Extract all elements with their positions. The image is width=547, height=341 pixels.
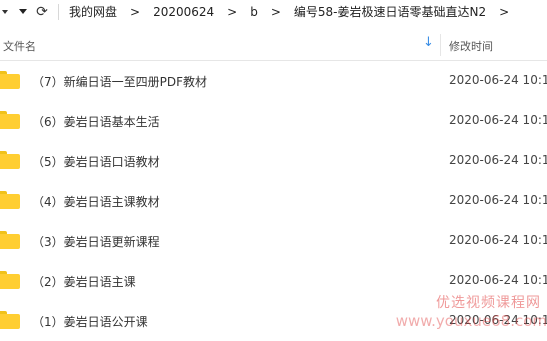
folder-row[interactable]: （3）姜岩日语更新课程 2020-06-24 10:13: [0, 221, 547, 261]
folder-row[interactable]: （6）姜岩日语基本生活 2020-06-24 10:13: [0, 101, 547, 141]
modified-time: 2020-06-24 10:13: [449, 233, 547, 247]
back-dropdown-icon[interactable]: [0, 0, 14, 23]
breadcrumb-arrow: >: [130, 4, 141, 19]
folder-icon: [0, 231, 20, 249]
breadcrumb-item-date-folder[interactable]: 20200624: [153, 5, 214, 19]
folder-row[interactable]: （2）姜岩日语主课 2020-06-24 10:13: [0, 261, 547, 301]
column-header-modified[interactable]: 修改时间: [449, 38, 493, 54]
modified-time: 2020-06-24 10:13: [449, 273, 547, 287]
folder-icon: [0, 271, 20, 289]
folder-row[interactable]: （4）姜岩日语主课教材 2020-06-24 10:13: [0, 181, 547, 221]
folder-icon: [0, 191, 20, 209]
folder-name[interactable]: （2）姜岩日语主课: [32, 273, 136, 290]
sort-descending-icon[interactable]: ↓: [423, 35, 434, 50]
folder-row[interactable]: （1）姜岩日语公开课 2020-06-24 10:13: [0, 301, 547, 341]
toolbar: ⟳ 我的网盘 > 20200624 > b > 编号58-姜岩极速日语零基础直达…: [0, 0, 547, 23]
modified-time: 2020-06-24 10:13: [449, 153, 547, 167]
folder-icon: [0, 151, 20, 169]
column-header-name[interactable]: 文件名: [3, 38, 36, 54]
modified-time: 2020-06-24 10:13: [449, 193, 547, 207]
file-list-header: 文件名 ↓ 修改时间: [0, 30, 547, 61]
breadcrumb-item-b[interactable]: b: [250, 5, 258, 19]
folder-row[interactable]: （7）新编日语一至四册PDF教材 2020-06-24 10:13: [0, 61, 547, 101]
file-list: （7）新编日语一至四册PDF教材 2020-06-24 10:13 （6）姜岩日…: [0, 61, 547, 341]
folder-name[interactable]: （3）姜岩日语更新课程: [32, 233, 160, 250]
breadcrumb-arrow: >: [499, 4, 510, 19]
folder-name[interactable]: （1）姜岩日语公开课: [32, 313, 148, 330]
folder-name[interactable]: （6）姜岩日语基本生活: [32, 113, 160, 130]
folder-icon: [0, 71, 20, 89]
folder-name[interactable]: （4）姜岩日语主课教材: [32, 193, 160, 210]
refresh-icon[interactable]: ⟳: [32, 0, 52, 23]
folder-icon: [0, 311, 20, 329]
folder-name[interactable]: （5）姜岩日语口语教材: [32, 153, 160, 170]
folder-name[interactable]: （7）新编日语一至四册PDF教材: [32, 73, 207, 90]
toolbar-divider: [58, 3, 59, 20]
breadcrumb-item-current[interactable]: 编号58-姜岩极速日语零基础直达N2: [294, 3, 486, 20]
modified-time: 2020-06-24 10:13: [449, 313, 547, 327]
folder-icon: [0, 111, 20, 129]
breadcrumb-arrow: >: [270, 4, 281, 19]
modified-time: 2020-06-24 10:13: [449, 113, 547, 127]
folder-row[interactable]: （5）姜岩日语口语教材 2020-06-24 10:13: [0, 141, 547, 181]
history-dropdown-icon[interactable]: [14, 0, 32, 23]
modified-time: 2020-06-24 10:13: [449, 73, 547, 87]
breadcrumb-item-home[interactable]: 我的网盘: [69, 3, 117, 20]
column-divider[interactable]: [440, 34, 441, 56]
breadcrumb-arrow: >: [227, 4, 238, 19]
